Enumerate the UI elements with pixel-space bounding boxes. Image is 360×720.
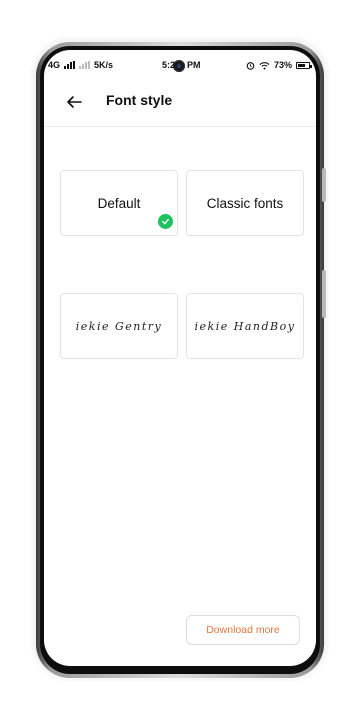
font-card-label: iekie Gentry	[75, 319, 163, 333]
font-card-default[interactable]: Default	[60, 170, 178, 236]
header-divider	[44, 126, 316, 127]
power-button	[322, 270, 326, 318]
network-type-label: 4G	[48, 60, 61, 70]
battery-percent: 73%	[273, 60, 292, 70]
font-card-gentry[interactable]: iekie Gentry	[60, 293, 178, 359]
battery-fill	[298, 63, 306, 67]
status-bar: 4G 5K/s 5:2 PM 73%	[44, 58, 316, 74]
selected-check-icon	[158, 214, 173, 229]
status-left: 4G 5K/s	[48, 60, 113, 70]
font-card-label: Default	[97, 195, 141, 211]
signal-icon	[64, 61, 76, 69]
wifi-icon	[259, 61, 270, 69]
font-card-label: Classic fonts	[206, 195, 284, 211]
back-arrow-icon[interactable]	[64, 92, 84, 112]
volume-button	[322, 168, 326, 202]
status-time: 5:2 PM	[162, 60, 201, 70]
font-card-classic[interactable]: Classic fonts	[186, 170, 304, 236]
battery-icon	[296, 61, 312, 69]
download-more-button[interactable]: Download more	[186, 615, 300, 645]
signal-icon-secondary	[79, 61, 91, 69]
network-speed: 5K/s	[94, 60, 114, 70]
page-title: Font style	[106, 92, 173, 108]
font-card-label: iekie HandBoy	[194, 319, 296, 333]
phone-screen: 4G 5K/s 5:2 PM 73% Font style Default Cla…	[44, 50, 316, 666]
app-header: Font style	[44, 82, 316, 122]
alarm-icon	[246, 61, 255, 70]
status-time-main: 5:2	[162, 60, 176, 70]
status-time-suffix: PM	[187, 60, 201, 70]
font-card-handboy[interactable]: iekie HandBoy	[186, 293, 304, 359]
status-right: 73%	[246, 60, 312, 70]
